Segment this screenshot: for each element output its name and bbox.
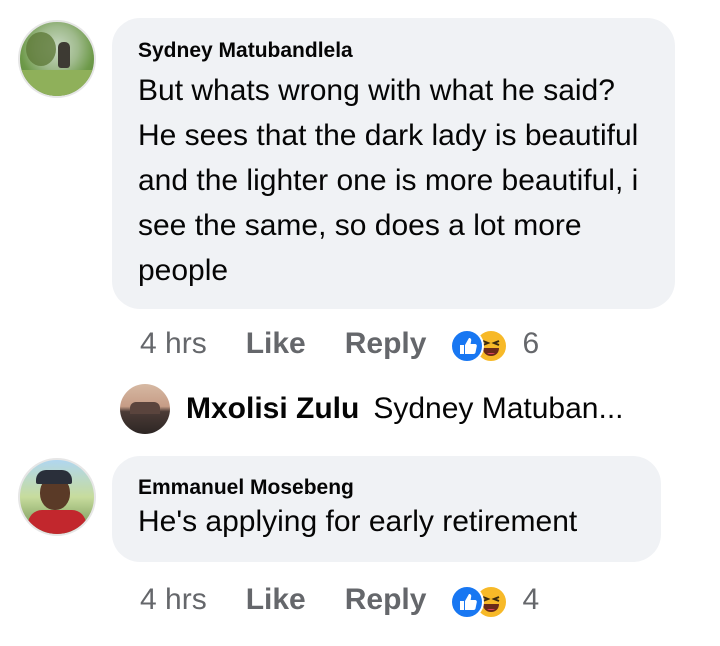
avatar-shirt	[28, 510, 86, 534]
comment-text: He's applying for early retirement	[138, 505, 578, 538]
avatar-ground	[20, 70, 94, 96]
reaction-summary[interactable]	[450, 583, 512, 619]
avatar[interactable]	[120, 384, 170, 434]
comment-bubble: Emmanuel Mosebeng He's applying for earl…	[112, 456, 661, 562]
reply-button[interactable]: Reply	[345, 327, 427, 361]
avatar-landscape	[130, 402, 160, 414]
comment-author[interactable]: Emmanuel Mosebeng	[138, 475, 635, 501]
comment-text: But whats wrong with what he said? He se…	[138, 74, 639, 287]
comment-time[interactable]: 4 hrs	[140, 327, 207, 361]
avatar[interactable]	[18, 458, 96, 536]
avatar[interactable]	[18, 20, 96, 98]
avatar-cap	[36, 470, 72, 484]
avatar-tree	[26, 32, 56, 66]
comment-time[interactable]: 4 hrs	[140, 583, 207, 617]
comment-meta: 4 hrs Like Reply 6	[140, 324, 539, 364]
reply-thread-link[interactable]: Mxolisi Zulu Sydney Matuban...	[186, 386, 624, 432]
thumbs-up-icon	[450, 585, 485, 619]
reply-preview[interactable]: Sydney Matuban...	[373, 392, 623, 426]
comment-meta: 4 hrs Like Reply 4	[140, 580, 539, 620]
reply-button[interactable]: Reply	[345, 583, 427, 617]
reaction-count[interactable]: 6	[522, 327, 539, 361]
comment-bubble: Sydney Matubandlela But whats wrong with…	[112, 18, 675, 309]
reply-author[interactable]: Mxolisi Zulu	[186, 392, 359, 426]
thumbs-up-icon	[450, 329, 485, 363]
like-button[interactable]: Like	[246, 327, 306, 361]
comment-author[interactable]: Sydney Matubandlela	[138, 38, 649, 64]
avatar-person	[58, 42, 70, 68]
reaction-count[interactable]: 4	[522, 583, 539, 617]
reaction-summary[interactable]	[450, 327, 512, 363]
like-button[interactable]: Like	[246, 583, 306, 617]
